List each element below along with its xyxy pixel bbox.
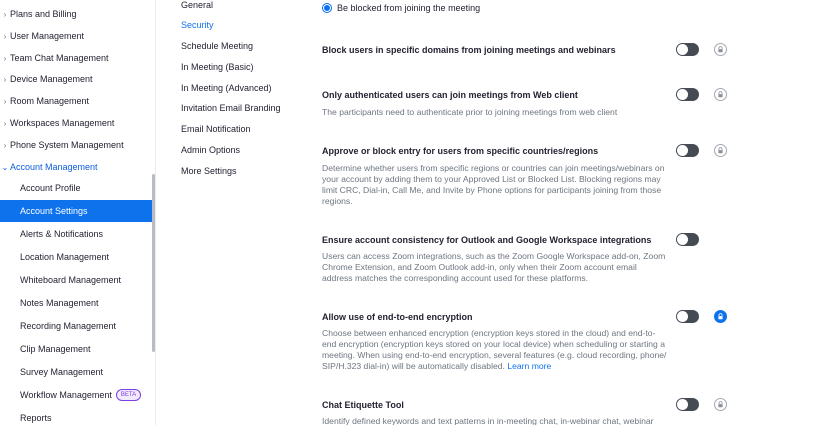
tab-admin-options[interactable]: Admin Options	[181, 145, 240, 155]
lock-glyph	[718, 313, 723, 320]
nav-group-label: Room Management	[10, 96, 90, 106]
sidebar-item-whiteboard-management[interactable]: Whiteboard Management	[0, 269, 155, 291]
chevron-right-icon: ›	[3, 53, 7, 63]
setting-desc-account-consistency: Users can access Zoom integrations, such…	[322, 251, 666, 283]
setting-desc-chat-etiquette: Identify defined keywords and text patte…	[322, 416, 654, 425]
sidebar-item-label: Workflow Management	[20, 390, 112, 400]
nav-group-plans-and-billing[interactable]: › Plans and Billing	[0, 3, 155, 25]
setting-title-countries-regions: Approve or block entry for users from sp…	[322, 146, 599, 156]
nav-group-device-management[interactable]: › Device Management	[0, 68, 155, 90]
nav-group-team-chat-management[interactable]: › Team Chat Management	[0, 47, 155, 69]
toggle-account-consistency[interactable]	[676, 233, 699, 246]
nav-group-label: Team Chat Management	[10, 53, 109, 63]
chevron-right-icon: ›	[3, 74, 7, 84]
nav-group-phone-system-management[interactable]: › Phone System Management	[0, 134, 155, 156]
nav-group-user-management[interactable]: › User Management	[0, 25, 155, 47]
radio-label: Be blocked from joining the meeting	[337, 3, 481, 13]
sidebar-item-notes-management[interactable]: Notes Management	[0, 292, 155, 314]
sidebar-item-survey-management[interactable]: Survey Management	[0, 361, 155, 383]
nav-group-label: Phone System Management	[10, 140, 124, 150]
toggle-countries-regions[interactable]	[676, 144, 699, 157]
settings-section-nav: General Security Schedule Meeting In Mee…	[156, 0, 296, 425]
nav-group-label: Plans and Billing	[10, 9, 77, 19]
chevron-right-icon: ›	[3, 118, 7, 128]
toggle-knob	[677, 44, 688, 55]
sidebar-item-label: Recording Management	[20, 321, 117, 331]
toggle-knob	[677, 89, 688, 100]
toggle-chat-etiquette[interactable]	[676, 398, 699, 411]
tab-in-meeting-advanced[interactable]: In Meeting (Advanced)	[181, 83, 272, 93]
lock-glyph	[718, 147, 723, 154]
settings-content: Be blocked from joining the meeting Bloc…	[296, 0, 818, 425]
radio-selected-dot	[324, 5, 330, 11]
setting-desc-e2e-encryption: Choose between enhanced encryption (encr…	[322, 328, 667, 372]
chevron-right-icon: ›	[3, 9, 7, 19]
sidebar-item-label: Account Settings	[20, 206, 88, 216]
toggle-authenticated-web[interactable]	[676, 88, 699, 101]
lock-glyph	[718, 401, 723, 408]
sidebar-item-label: Location Management	[20, 252, 110, 262]
sidebar-item-reports[interactable]: Reports	[0, 407, 155, 425]
sidebar-item-label: Account Profile	[20, 183, 81, 193]
left-navigation: › Plans and Billing › User Management › Tea…	[0, 0, 156, 425]
setting-title-block-domains: Block users in specific domains from joi…	[322, 45, 616, 55]
chevron-right-icon: ›	[3, 31, 7, 41]
setting-desc-text: Choose between enhanced encryption (encr…	[322, 328, 667, 371]
toggle-e2e-encryption[interactable]	[676, 310, 699, 323]
tab-general[interactable]: General	[181, 0, 213, 10]
nav-group-label: Account Management	[10, 162, 98, 172]
learn-more-link[interactable]: Learn more	[507, 361, 551, 371]
chevron-right-icon: ›	[3, 96, 7, 106]
nav-group-room-management[interactable]: › Room Management	[0, 90, 155, 112]
sidebar-item-label: Survey Management	[20, 367, 104, 377]
sidebar-item-workflow-management[interactable]: Workflow Management BETA	[0, 384, 155, 406]
toggle-knob	[677, 145, 688, 156]
tab-more-settings[interactable]: More Settings	[181, 166, 237, 176]
lock-icon[interactable]	[714, 43, 727, 56]
blocked-radio-option[interactable]: Be blocked from joining the meeting	[322, 3, 480, 13]
sidebar-item-location-management[interactable]: Location Management	[0, 246, 155, 268]
nav-group-label: Device Management	[10, 74, 93, 84]
lock-icon[interactable]	[714, 398, 727, 411]
sidebar-item-label: Alerts & Notifications	[20, 229, 104, 239]
tab-schedule-meeting[interactable]: Schedule Meeting	[181, 41, 253, 51]
toggle-knob	[677, 234, 688, 245]
sidebar-scrollbar[interactable]	[152, 174, 155, 352]
toggle-knob	[677, 311, 688, 322]
nav-group-account-management[interactable]: ⌄ Account Management	[0, 156, 155, 178]
sidebar-item-account-settings[interactable]: Account Settings	[0, 200, 155, 222]
nav-group-label: Workspaces Management	[10, 118, 115, 128]
tab-security[interactable]: Security	[181, 20, 214, 30]
sidebar-item-alerts-notifications[interactable]: Alerts & Notifications	[0, 223, 155, 245]
setting-desc-countries-regions: Determine whether users from specific re…	[322, 163, 665, 206]
toggle-block-domains[interactable]	[676, 43, 699, 56]
radio-button[interactable]	[322, 3, 332, 13]
beta-badge: BETA	[115, 389, 142, 401]
sidebar-item-clip-management[interactable]: Clip Management	[0, 338, 155, 360]
setting-desc-authenticated-web: The participants need to authenticate pr…	[322, 107, 618, 117]
lock-icon[interactable]	[714, 88, 727, 101]
tab-invitation-email-branding[interactable]: Invitation Email Branding	[181, 103, 281, 113]
lock-glyph	[718, 46, 723, 53]
setting-title-chat-etiquette: Chat Etiquette Tool	[322, 400, 404, 410]
sidebar-item-recording-management[interactable]: Recording Management	[0, 315, 155, 337]
tab-in-meeting-basic[interactable]: In Meeting (Basic)	[181, 62, 254, 72]
sidebar-item-account-profile[interactable]: Account Profile	[0, 177, 155, 199]
sidebar-item-label: Notes Management	[20, 298, 99, 308]
chevron-right-icon: ›	[3, 140, 7, 150]
tab-email-notification[interactable]: Email Notification	[181, 124, 251, 134]
sidebar-item-label: Reports	[20, 413, 52, 423]
lock-icon[interactable]	[714, 144, 727, 157]
nav-group-label: User Management	[10, 31, 85, 41]
toggle-knob	[677, 399, 688, 410]
setting-title-e2e-encryption: Allow use of end-to-end encryption	[322, 312, 473, 322]
chevron-down-icon: ⌄	[1, 162, 9, 172]
sidebar-item-label: Whiteboard Management	[20, 275, 122, 285]
setting-title-authenticated-web: Only authenticated users can join meetin…	[322, 90, 578, 100]
lock-glyph	[718, 91, 723, 98]
nav-group-workspaces-management[interactable]: › Workspaces Management	[0, 112, 155, 134]
setting-title-account-consistency: Ensure account consistency for Outlook a…	[322, 235, 652, 245]
sidebar-item-label: Clip Management	[20, 344, 91, 354]
lock-icon[interactable]	[714, 310, 727, 323]
